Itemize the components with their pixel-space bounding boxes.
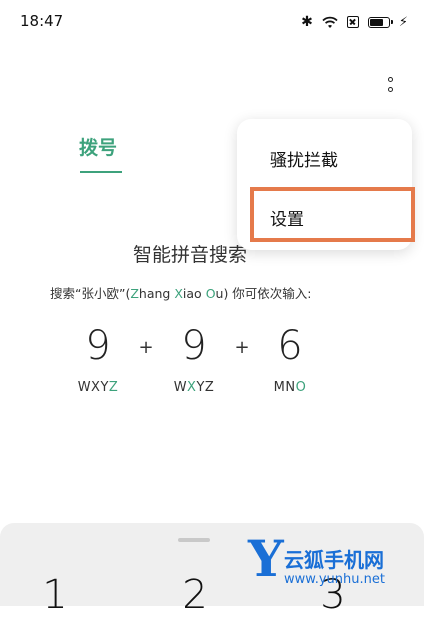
watermark-url: www.yunhu.net [284,572,385,587]
status-time: 18:47 [20,12,64,30]
menu-item-harassment-block[interactable]: 骚扰拦截 [237,130,412,186]
more-options-icon[interactable] [380,74,404,98]
watermark-logo: Y 云狐手机网 www.yunhu.net [248,534,424,594]
example-digit: 6 [277,323,303,369]
status-icons: ✱ ⚡ [301,12,408,32]
watermark-name: 云狐手机网 [284,548,384,572]
example-letters: WXYZ [77,380,119,395]
example-digit: 9 [181,323,207,369]
example-digit: 9 [85,323,111,369]
watermark-y-letter: Y [248,529,284,588]
example-letters: MNO [273,380,307,395]
wifi-icon [322,16,338,28]
tab-indicator [80,171,122,173]
plus-sign: + [138,337,154,358]
example-letters: WXYZ [173,380,215,395]
charging-icon: ⚡ [398,14,408,30]
drag-handle[interactable] [178,538,210,542]
no-sim-icon [346,16,359,28]
tab-dial[interactable]: 拨号 [79,133,117,160]
plus-sign: + [234,337,250,358]
bluetooth-icon: ✱ [301,14,313,30]
battery-icon [367,16,393,28]
smart-pinyin-hint: 搜索“张小欧”(Zhang Xiao Ou) 你可依次输入: [50,286,312,301]
settings-highlight-box [250,187,415,242]
dial-key-2[interactable]: 2 [170,572,220,618]
dial-key-1[interactable]: 1 [30,572,80,618]
